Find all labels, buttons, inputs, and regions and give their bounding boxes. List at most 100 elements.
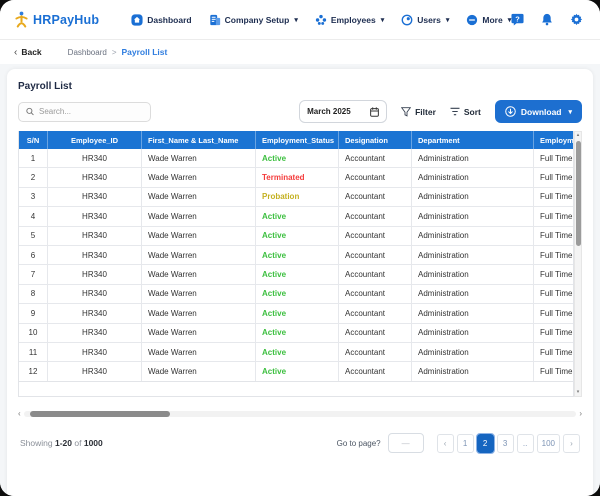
cell-type: Full Time [540,173,573,183]
cell-name: Wade Warren [142,284,256,304]
cell-name: Wade Warren [142,265,256,284]
vertical-scroll-thumb[interactable] [575,141,581,246]
chevron-down-icon: ▾ [380,16,385,24]
col-header-status[interactable]: Employment_Status [256,131,339,149]
page-number-button[interactable]: 1 [456,433,474,453]
table-row[interactable]: 7 HR340 Wade Warren Active Accountant Ad… [19,265,573,285]
table-row[interactable]: 6 HR340 Wade Warren Active Accountant Ad… [19,245,573,266]
search-input[interactable] [39,107,143,116]
cell-name: Wade Warren [142,149,256,168]
nav-dashboard[interactable]: Dashboard [131,13,192,26]
cell-status: Terminated [256,168,339,187]
next-page-button[interactable]: › [563,433,580,453]
of-word: of [74,438,82,448]
cell-type: Full Time [540,211,573,221]
table-row[interactable]: 3 HR340 Wade Warren Probation Accountant… [19,187,573,208]
horizontal-scrollbar[interactable]: ‹ › [18,410,582,418]
table-row[interactable]: 10 HR340 Wade Warren Active Accountant A… [19,323,573,343]
page-number-button[interactable]: 2 [475,432,495,454]
cell-name: Wade Warren [142,304,256,323]
cell-sn: 5 [19,226,48,245]
settings-button[interactable] [570,13,583,26]
page-number-button[interactable]: 3 [496,433,514,453]
navbar-actions: ? [511,12,600,27]
horizontal-scroll-thumb[interactable] [29,410,170,417]
page-number-button[interactable]: .. [516,433,534,453]
brand-logo[interactable]: HRPayHub [14,11,99,28]
nav-more[interactable]: More ▾ [466,14,511,26]
col-header-employee-id[interactable]: Employee_ID [48,131,142,149]
scroll-left-icon[interactable]: ‹ [18,410,21,418]
table-row[interactable]: 1 HR340 Wade Warren Active Accountant Ad… [19,149,573,169]
col-header-department[interactable]: Department [412,131,534,149]
cell-type: Full Time [540,192,573,202]
download-button[interactable]: Download ▾ [494,100,582,123]
cell-department: Administration [412,304,534,323]
scroll-down-icon[interactable]: ▾ [577,389,580,396]
col-header-designation[interactable]: Designation [339,131,412,149]
cell-designation: Accountant [339,304,412,323]
nav-employees[interactable]: Employees ▾ [315,14,384,26]
company-icon [209,14,220,25]
col-header-name[interactable]: First_Name & Last_Name [142,131,256,149]
main-nav: Dashboard Company Setup ▾ Employees ▾ Us… [131,13,511,26]
month-input[interactable] [307,107,366,116]
table-row[interactable]: 12 HR340 Wade Warren Active Accountant A… [19,362,573,382]
back-button[interactable]: ‹ Back [14,47,42,58]
cell-designation: Accountant [339,245,412,265]
breadcrumb-separator: > [111,47,117,57]
goto-page-input[interactable] [387,433,424,453]
nav-users[interactable]: Users ▾ [401,14,449,26]
chevron-down-icon: ▾ [294,16,298,24]
table-row[interactable]: 5 HR340 Wade Warren Active Accountant Ad… [19,226,573,246]
cell-name: Wade Warren [142,207,256,226]
cell-designation: Accountant [339,168,412,187]
gear-icon [571,13,583,26]
filter-button[interactable]: Filter [401,107,436,117]
cell-name: Wade Warren [142,187,256,207]
cell-designation: Accountant [339,149,412,168]
month-picker[interactable] [299,100,388,123]
col-header-sn[interactable]: S/N [19,131,48,149]
hrpayhub-logo-icon [15,11,28,28]
search-box[interactable] [18,101,151,122]
cell-name: Wade Warren [142,226,256,245]
breadcrumb-dashboard[interactable]: Dashboard [68,48,107,57]
payroll-table: S/N Employee_ID First_Name & Last_Name E… [18,131,582,397]
cell-type: Full Time [540,250,573,260]
sort-button[interactable]: Sort [450,107,481,117]
cell-sn: 7 [19,265,48,284]
scroll-up-icon[interactable]: ▴ [577,132,580,139]
page-title: Payroll List [18,81,72,92]
cell-sn: 11 [19,342,48,362]
breadcrumb-current: Payroll List [121,47,168,57]
cell-name: Wade Warren [142,168,256,187]
cell-department: Administration [412,362,534,381]
prev-page-button[interactable]: ‹ [436,433,454,453]
cell-type: Full Time [540,347,573,357]
help-chat-button[interactable]: ? [511,13,524,26]
cell-employee-id: HR340 [48,207,142,226]
nav-company-setup[interactable]: Company Setup ▾ [209,14,298,26]
vertical-scrollbar[interactable]: ▴ ▾ [574,131,582,397]
table-row[interactable]: 4 HR340 Wade Warren Active Accountant Ad… [19,207,573,227]
filter-funnel-icon [401,106,412,117]
table-row[interactable]: 8 HR340 Wade Warren Active Accountant Ad… [19,284,573,305]
horizontal-scroll-track[interactable] [23,410,577,417]
table-row[interactable]: 2 HR340 Wade Warren Terminated Accountan… [19,168,573,188]
col-header-type[interactable]: Employment_Type [534,131,573,149]
showing-word: Showing [20,438,53,448]
table-row[interactable]: 11 HR340 Wade Warren Active Accountant A… [19,342,573,363]
cell-status: Active [256,245,339,265]
scroll-right-icon[interactable]: › [579,410,582,418]
table-header-row: S/N Employee_ID First_Name & Last_Name E… [19,131,573,149]
cell-status: Active [256,284,339,304]
home-icon [131,13,143,26]
download-label: Download [520,106,562,117]
cell-employee-id: HR340 [48,226,142,245]
back-label: Back [21,47,42,57]
page-number-button[interactable]: 100 [536,433,560,453]
notifications-button[interactable] [541,13,553,26]
table-row[interactable]: 9 HR340 Wade Warren Active Accountant Ad… [19,304,573,324]
users-icon [401,14,413,25]
